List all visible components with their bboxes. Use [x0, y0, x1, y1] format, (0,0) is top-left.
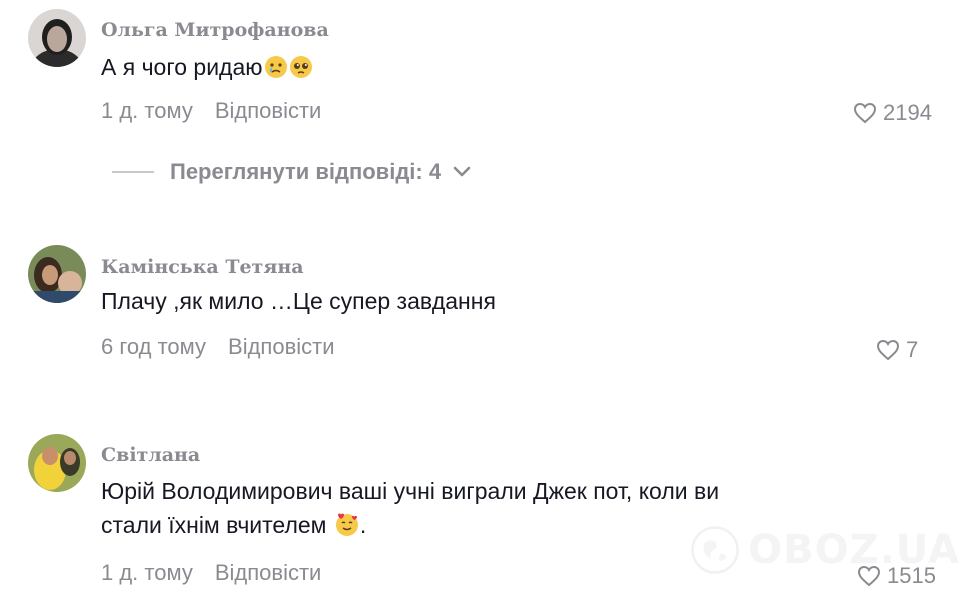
heart-icon: [853, 102, 877, 124]
comment-text-line: стали їхнім вчителем .: [101, 508, 719, 546]
avatar-image: [28, 9, 86, 67]
comment-author[interactable]: Світлана: [101, 444, 200, 466]
chevron-down-icon: [453, 166, 471, 177]
globe-logo-icon: [691, 526, 739, 574]
comment-meta: 6 год тому Відповісти: [101, 334, 335, 360]
avatar[interactable]: [28, 9, 86, 67]
watermark-text: OBOZ.UA: [748, 527, 960, 573]
comment-text: А я чого ридаю: [101, 50, 313, 88]
comment-author[interactable]: Камінська Тетяна: [101, 256, 304, 278]
pleading-face-emoji: [289, 54, 313, 88]
like-button[interactable]: 7: [876, 337, 918, 363]
comment-text-end: .: [359, 512, 367, 538]
comment-author[interactable]: Ольга Митрофанова: [101, 19, 329, 41]
comment-time: 1 д. тому: [101, 98, 193, 123]
comment-time: 6 год тому: [101, 334, 207, 359]
comment-text: Плачу ,як мило …Це супер завдання: [101, 288, 496, 314]
avatar-image: [28, 434, 86, 492]
comment-meta: 1 д. тому Відповісти: [101, 560, 321, 586]
avatar[interactable]: [28, 434, 86, 492]
comment-time: 1 д. тому: [101, 560, 193, 585]
divider: [112, 171, 154, 173]
watermark: OBOZ.UA: [690, 505, 960, 595]
view-replies-label: Переглянути відповіді: 4: [170, 159, 442, 184]
reply-button[interactable]: Відповісти: [215, 560, 322, 585]
comment-text-content: А я чого ридаю: [101, 54, 263, 80]
heart-icon: [876, 339, 900, 361]
avatar[interactable]: [28, 245, 86, 303]
view-replies-button[interactable]: Переглянути відповіді: 4: [112, 156, 471, 188]
comment-meta: 1 д. тому Відповісти: [101, 98, 321, 124]
comment-text-content: стали їхнім вчителем: [101, 512, 327, 538]
comment-text: Юрій Володимирович ваші учні виграли Дже…: [101, 474, 719, 546]
like-count: 2194: [883, 100, 932, 125]
crying-face-emoji: [264, 54, 288, 88]
like-count: 7: [906, 337, 919, 362]
reply-button[interactable]: Відповісти: [215, 98, 322, 123]
smiling-face-with-hearts-emoji: [334, 511, 360, 546]
avatar-image: [28, 245, 86, 303]
reply-button[interactable]: Відповісти: [228, 334, 335, 359]
comment-text-line: Юрій Володимирович ваші учні виграли Дже…: [101, 478, 720, 504]
like-button[interactable]: 2194: [853, 100, 932, 126]
